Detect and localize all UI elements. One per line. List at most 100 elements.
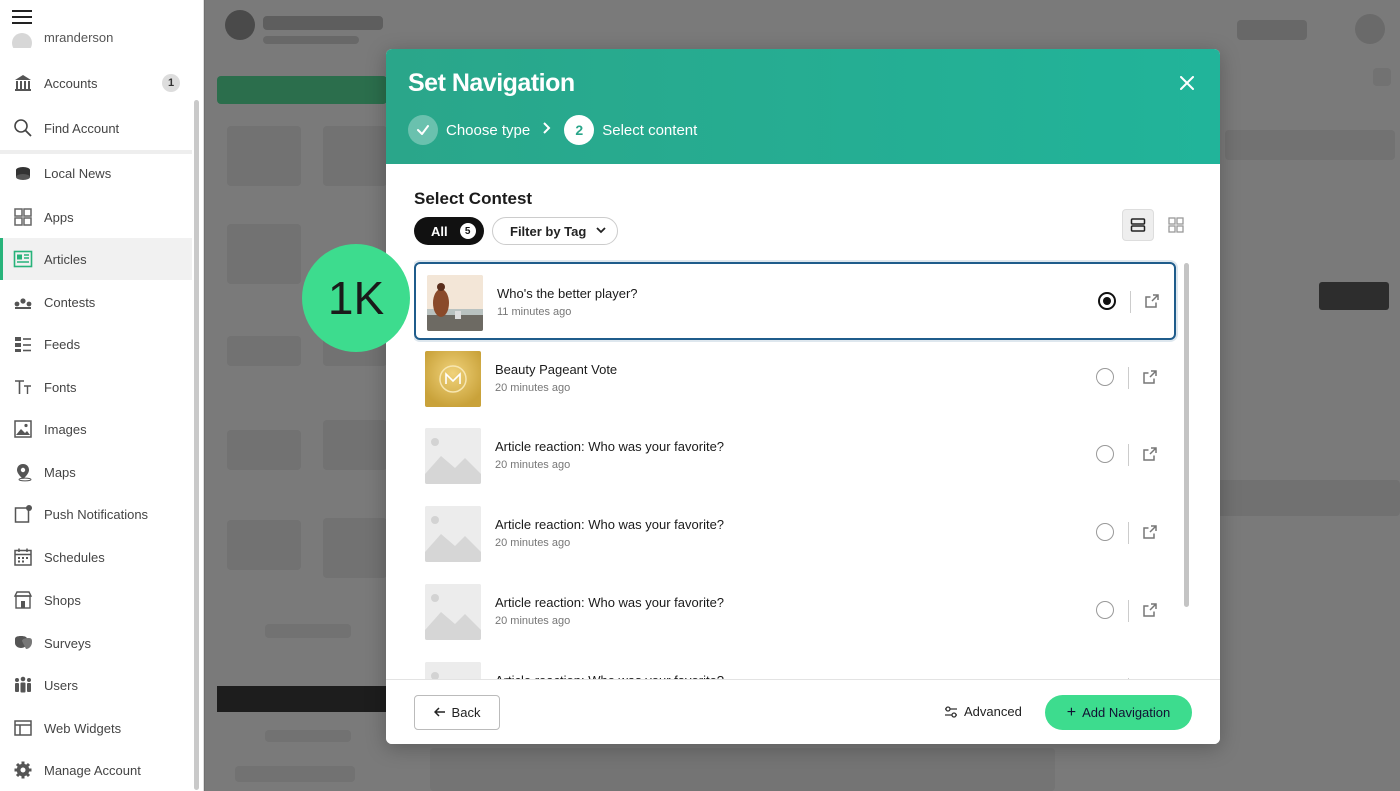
sidebar-item-shops[interactable]: Shops — [0, 579, 192, 621]
sidebar-item-label: Schedules — [44, 549, 105, 565]
thumbnail — [425, 428, 481, 485]
sidebar-item-users[interactable]: Users — [0, 664, 192, 706]
modal-footer: Back Advanced + Add Navigation — [386, 679, 1220, 744]
sidebar-item-label: Apps — [44, 209, 74, 225]
back-button[interactable]: Back — [414, 695, 500, 730]
hamburger-menu-icon[interactable] — [12, 10, 32, 26]
advanced-label: Advanced — [964, 704, 1022, 719]
select-radio[interactable] — [1096, 445, 1114, 464]
list-scrollbar[interactable] — [1184, 263, 1189, 607]
sidebar-item-schedules[interactable]: Schedules — [0, 536, 192, 578]
sidebar: mranderson Accounts 1 Find Account Local Ne… — [0, 0, 204, 791]
add-navigation-label: Add Navigation — [1082, 705, 1171, 720]
item-time: 20 minutes ago — [495, 381, 571, 394]
sidebar-item-label: Maps — [44, 464, 76, 480]
feed-icon — [12, 333, 34, 355]
grid-view-icon[interactable] — [1160, 209, 1192, 241]
sidebar-item-manage-account[interactable]: Manage Account — [0, 749, 192, 791]
username: mranderson — [44, 29, 114, 45]
sidebar-item-maps[interactable]: Maps — [0, 451, 192, 493]
sidebar-item-label: Fonts — [44, 379, 77, 395]
section-title: Select Contest — [414, 189, 533, 208]
sidebar-item-label: Users — [44, 677, 78, 693]
item-time: 20 minutes ago — [495, 614, 571, 627]
sidebar-item-push-notifications[interactable]: Push Notifications — [0, 493, 192, 535]
contest-list: Who's the better player? 11 minutes ago Be… — [414, 259, 1180, 679]
list-item[interactable]: Beauty Pageant Vote 20 minutes ago — [414, 340, 1176, 418]
filter-all-count: 5 — [459, 223, 476, 239]
modal-header: Set Navigation Choose type 2 Select cont… — [386, 49, 1220, 164]
list-view-icon[interactable] — [1122, 209, 1154, 241]
thumbnail — [425, 350, 481, 407]
sidebar-item-label: Surveys — [44, 635, 91, 651]
list-item[interactable]: Who's the better player? 11 minutes ago — [414, 262, 1176, 340]
list-item[interactable]: Article reaction: Who was your favorite?… — [414, 573, 1176, 651]
count-badge: 1 — [162, 74, 180, 92]
sidebar-item-find-account[interactable]: Find Account — [0, 107, 192, 149]
select-radio[interactable] — [1096, 367, 1114, 386]
sidebar-item-label: Manage Account — [44, 762, 141, 778]
external-link-icon[interactable] — [1144, 293, 1160, 309]
sidebar-item-accounts[interactable]: Accounts 1 — [0, 62, 192, 104]
sidebar-item-feeds[interactable]: Feeds — [0, 323, 192, 365]
external-link-icon[interactable] — [1142, 524, 1158, 540]
close-icon[interactable] — [1178, 75, 1196, 93]
user-row[interactable]: mranderson — [12, 28, 113, 48]
notification-icon — [12, 503, 34, 525]
shop-icon — [12, 589, 34, 611]
sidebar-item-label: Web Widgets — [44, 720, 122, 736]
sidebar-item-label: Push Notifications — [44, 506, 149, 522]
item-title: Beauty Pageant Vote — [495, 361, 618, 377]
apps-grid-icon — [12, 206, 34, 228]
thumbnail — [427, 275, 483, 331]
sliders-icon — [945, 705, 957, 718]
sidebar-item-images[interactable]: Images — [0, 408, 192, 450]
item-title: Article reaction: Who was your favorite? — [495, 594, 725, 610]
select-radio[interactable] — [1098, 292, 1116, 310]
external-link-icon[interactable] — [1142, 602, 1158, 618]
modal-title: Set Navigation — [408, 69, 575, 97]
thumbnail — [425, 583, 481, 640]
divider — [1130, 291, 1131, 313]
divider — [1128, 444, 1129, 467]
step-label-choose-type[interactable]: Choose type — [446, 122, 530, 139]
external-link-icon[interactable] — [1142, 369, 1158, 385]
sidebar-item-fonts[interactable]: Fonts — [0, 366, 192, 408]
avatar — [12, 33, 32, 48]
sidebar-item-contests[interactable]: Contests — [0, 281, 192, 323]
step-label-select-content: Select content — [602, 121, 698, 139]
sidebar-item-label: Contests — [44, 294, 96, 310]
advanced-button[interactable]: Advanced — [944, 704, 1022, 719]
filter-all-pill[interactable]: All 5 — [414, 217, 484, 245]
back-label: Back — [451, 705, 481, 720]
select-radio[interactable] — [1096, 523, 1114, 542]
external-link-icon[interactable] — [1142, 446, 1158, 462]
list-item[interactable]: Article reaction: Who was your favorite?… — [414, 495, 1176, 573]
sidebar-scrollbar[interactable] — [194, 100, 199, 790]
list-item[interactable]: Article reaction: Who was your favorite? — [414, 651, 1176, 679]
item-title: Who's the better player? — [497, 286, 638, 301]
filter-by-tag-label: Filter by Tag — [510, 223, 587, 239]
sidebar-item-label: Shops — [44, 592, 81, 608]
sidebar-item-surveys[interactable]: Surveys — [0, 622, 192, 664]
sidebar-item-articles[interactable]: Articles — [0, 238, 192, 280]
add-navigation-button[interactable]: + Add Navigation — [1045, 695, 1192, 730]
filter-by-tag-dropdown[interactable]: Filter by Tag — [492, 217, 618, 245]
thumbnail — [425, 661, 481, 679]
chevron-down-icon — [596, 225, 606, 237]
item-title: Article reaction: Who was your favorite? — [495, 517, 725, 533]
gear-icon — [12, 759, 34, 781]
item-title: Article reaction: Who was your favorite? — [495, 439, 725, 455]
sidebar-item-web-widgets[interactable]: Web Widgets — [0, 707, 192, 749]
sidebar-item-local-news[interactable]: Local News — [0, 152, 192, 194]
sidebar-item-apps[interactable]: Apps — [0, 196, 192, 238]
contest-icon — [12, 291, 34, 313]
plus-icon: + — [1066, 703, 1077, 721]
item-time: 11 minutes ago — [497, 306, 572, 318]
bank-icon — [12, 72, 34, 94]
select-radio[interactable] — [1096, 600, 1114, 619]
arrow-left-icon — [433, 705, 446, 720]
survey-icon — [12, 632, 34, 654]
list-item[interactable]: Article reaction: Who was your favorite?… — [414, 417, 1176, 495]
image-icon — [12, 418, 34, 440]
